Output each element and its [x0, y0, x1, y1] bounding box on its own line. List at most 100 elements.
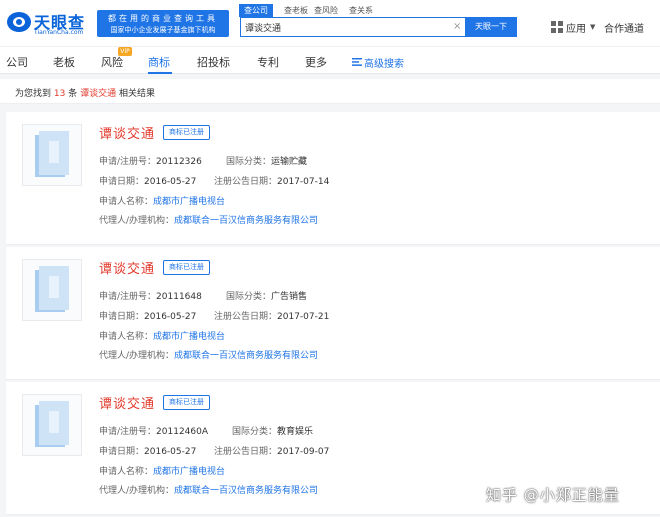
- filter-icon: [352, 58, 362, 66]
- trademark-result-card: 谭谈交通 商标已注册 申请/注册号：20112326 国际分类：运输贮藏 申请日…: [6, 112, 660, 245]
- clear-icon[interactable]: ×: [453, 21, 461, 32]
- nav-tab-bidding[interactable]: 招投标: [197, 54, 230, 70]
- book-icon: [35, 401, 69, 447]
- intl-class-row: 国际分类：运输贮藏: [226, 154, 307, 167]
- agent-label: 代理人/办理机构：: [99, 216, 175, 226]
- agent-label: 代理人/办理机构：: [99, 486, 175, 496]
- agent-label: 代理人/办理机构：: [99, 351, 175, 361]
- vip-badge: VIP: [118, 47, 132, 56]
- apply-date-value: 2016-05-27: [144, 177, 197, 187]
- advanced-search-link[interactable]: 高级搜索: [364, 55, 404, 70]
- reg-no-value: 20112326: [156, 157, 202, 167]
- applicant-row: 申请人名称：成都市广播电视台: [99, 194, 225, 207]
- applicant-label: 申请人名称：: [99, 332, 154, 342]
- trademark-image[interactable]: [22, 394, 82, 456]
- trademark-name-link[interactable]: 谭谈交通: [99, 258, 155, 277]
- trademark-name-link[interactable]: 谭谈交通: [99, 123, 155, 142]
- trademark-result-card: 谭谈交通 商标已注册 申请/注册号：20111648 国际分类：广告销售 申请日…: [6, 247, 660, 380]
- intl-class-label: 国际分类：: [232, 427, 278, 437]
- agent-row: 代理人/办理机构：成都联合一百汉信商务服务有限公司: [99, 213, 318, 226]
- reg-no-value: 20112460A: [156, 427, 209, 437]
- reg-no-row: 申请/注册号：20111648: [99, 289, 202, 302]
- category-nav: 公司 老板 风险 VIP 商标 招投标 专利 更多 高级搜索: [0, 46, 660, 74]
- applicant-label: 申请人名称：: [99, 467, 154, 477]
- app-menu-label[interactable]: 应用: [566, 20, 586, 35]
- trademark-name-link[interactable]: 谭谈交通: [99, 393, 155, 412]
- watermark: 知乎 @小郑正能量: [486, 486, 620, 504]
- result-summary: 为您找到 13 条 谭谈交通 相关结果: [15, 86, 155, 99]
- tianyancha-logo-icon[interactable]: [6, 10, 32, 34]
- result-summary-bar: 为您找到 13 条 谭谈交通 相关结果: [0, 79, 660, 104]
- search-tab-company[interactable]: 查公司: [239, 4, 273, 17]
- nav-tab-risk[interactable]: 风险: [101, 54, 123, 70]
- result-count: 13: [53, 89, 66, 99]
- intl-class-row: 国际分类：广告销售: [226, 289, 307, 302]
- nav-tab-more[interactable]: 更多: [305, 54, 327, 70]
- reg-no-row: 申请/注册号：20112460A: [99, 424, 208, 437]
- intl-class-value: 运输贮藏: [271, 157, 308, 167]
- apply-date-value: 2016-05-27: [144, 447, 197, 457]
- result-suffix: 相关结果: [119, 89, 156, 99]
- reg-no-label: 申请/注册号：: [99, 427, 157, 437]
- applicant-link[interactable]: 成都市广播电视台: [153, 197, 225, 207]
- agent-row: 代理人/办理机构：成都联合一百汉信商务服务有限公司: [99, 348, 318, 361]
- applicant-link[interactable]: 成都市广播电视台: [153, 332, 225, 342]
- slogan-line-2: 国家中小企业发展子基金旗下机构: [110, 26, 216, 34]
- trademark-image[interactable]: [22, 124, 82, 186]
- reg-no-row: 申请/注册号：20112326: [99, 154, 202, 167]
- search-tab-relation[interactable]: 查关系: [349, 4, 373, 17]
- book-icon: [35, 131, 69, 177]
- slogan-line-1: 都在用的商业查询工具: [108, 14, 218, 23]
- apply-date-value: 2016-05-27: [144, 312, 197, 322]
- result-unit: 条: [68, 89, 78, 99]
- pub-date-row: 注册公告日期：2017-07-14: [214, 174, 329, 187]
- pub-date-value: 2017-09-07: [277, 447, 330, 457]
- nav-tab-trademark[interactable]: 商标: [148, 54, 170, 70]
- search-box: ×: [240, 17, 466, 37]
- pub-date-label: 注册公告日期：: [214, 312, 278, 322]
- agent-link[interactable]: 成都联合一百汉信商务服务有限公司: [174, 351, 318, 361]
- trademark-image[interactable]: [22, 259, 82, 321]
- pub-date-label: 注册公告日期：: [214, 177, 278, 187]
- nav-tab-patent[interactable]: 专利: [257, 54, 279, 70]
- apply-date-label: 申请日期：: [99, 447, 145, 457]
- applicant-label: 申请人名称：: [99, 197, 154, 207]
- intl-class-row: 国际分类：教育娱乐: [232, 424, 313, 437]
- chevron-down-icon: ▼: [590, 23, 596, 31]
- applicant-row: 申请人名称：成都市广播电视台: [99, 329, 225, 342]
- intl-class-label: 国际分类：: [226, 157, 272, 167]
- reg-no-label: 申请/注册号：: [99, 292, 157, 302]
- apply-date-row: 申请日期：2016-05-27: [99, 444, 196, 457]
- agent-link[interactable]: 成都联合一百汉信商务服务有限公司: [174, 486, 318, 496]
- apply-date-row: 申请日期：2016-05-27: [99, 174, 196, 187]
- nav-tab-boss[interactable]: 老板: [53, 54, 75, 70]
- pub-date-value: 2017-07-14: [277, 177, 330, 187]
- logo-subtext: TianYanCha.com: [34, 29, 84, 36]
- intl-class-value: 教育娱乐: [277, 427, 314, 437]
- applicant-row: 申请人名称：成都市广播电视台: [99, 464, 225, 477]
- search-tab-risk[interactable]: 查风险: [314, 4, 338, 17]
- apply-date-label: 申请日期：: [99, 177, 145, 187]
- app-grid-icon[interactable]: [551, 21, 563, 33]
- agent-link[interactable]: 成都联合一百汉信商务服务有限公司: [174, 216, 318, 226]
- search-button[interactable]: 天眼一下: [465, 17, 517, 37]
- top-header: 天眼查 TianYanCha.com 都在用的商业查询工具 国家中小企业发展子基…: [0, 0, 660, 46]
- search-tab-boss[interactable]: 查老板: [284, 4, 308, 17]
- search-input[interactable]: [245, 20, 445, 34]
- intl-class-label: 国际分类：: [226, 292, 272, 302]
- pub-date-row: 注册公告日期：2017-07-21: [214, 309, 329, 322]
- status-badge: 商标已注册: [163, 125, 210, 140]
- result-prefix: 为您找到: [15, 89, 52, 99]
- nav-tab-company[interactable]: 公司: [6, 54, 28, 70]
- pub-date-row: 注册公告日期：2017-09-07: [214, 444, 329, 457]
- cooperation-channel-link[interactable]: 合作通道: [604, 20, 644, 35]
- result-keyword: 谭谈交通: [80, 89, 117, 99]
- apply-date-label: 申请日期：: [99, 312, 145, 322]
- agent-row: 代理人/办理机构：成都联合一百汉信商务服务有限公司: [99, 483, 318, 496]
- pub-date-value: 2017-07-21: [277, 312, 330, 322]
- book-icon: [35, 266, 69, 312]
- reg-no-label: 申请/注册号：: [99, 157, 157, 167]
- reg-no-value: 20111648: [156, 292, 202, 302]
- applicant-link[interactable]: 成都市广播电视台: [153, 467, 225, 477]
- status-badge: 商标已注册: [163, 395, 210, 410]
